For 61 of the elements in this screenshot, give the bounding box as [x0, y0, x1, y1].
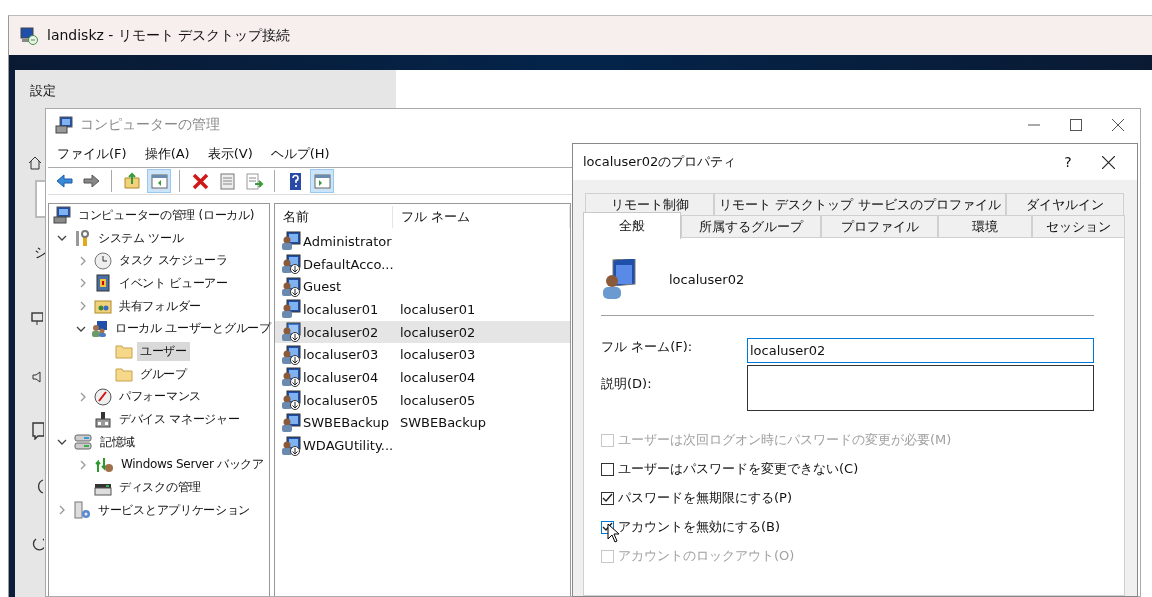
tree-item[interactable]: タスク スケジューラ [116, 251, 231, 271]
user-name: localuser02 [669, 271, 745, 287]
full-name: localuser04 [400, 369, 476, 385]
input-field[interactable]: localuser02 [747, 338, 1094, 363]
window-title: landiskz - リモート デスクトップ接続 [47, 26, 291, 45]
checkbox-label: パスワードを無期限にする(P) [618, 489, 792, 507]
menu-item[interactable]: ヘルプ(H) [265, 145, 343, 163]
checkbox-label: アカウントのロックアウト(O) [618, 547, 795, 565]
tree-item[interactable]: デバイス マネージャー [116, 410, 243, 430]
tree-item[interactable]: 記憶域 [97, 432, 139, 452]
user-name: Administrator [303, 233, 392, 249]
field-label: 説明(D): [601, 375, 653, 393]
tree-item[interactable]: パフォーマンス [116, 387, 204, 407]
checkbox-label: ユーザーは次回ログオン時にパスワードの変更が必要(M) [618, 431, 952, 449]
field-label: フル ネーム(F): [601, 338, 694, 356]
column-header[interactable]: フル ネーム [392, 206, 570, 228]
window-title: コンピューターの管理 [80, 116, 220, 134]
tree-item[interactable]: イベント ビューアー [116, 273, 231, 293]
full-name: SWBEBackup [400, 415, 486, 431]
help-button[interactable]: ? [1048, 154, 1088, 170]
column-header[interactable]: 名前 [275, 206, 393, 228]
list-row[interactable]: SWBEBackup SWBEBackup [275, 411, 570, 435]
user-name: localuser02 [303, 324, 379, 340]
user-name: localuser05 [303, 392, 379, 408]
menu-item[interactable]: 操作(A) [139, 145, 203, 163]
dialog-title: localuser02のプロパティ [583, 153, 737, 171]
full-name: localuser03 [400, 347, 476, 363]
tree-item[interactable]: ローカル ユーザーとグループ [112, 319, 274, 339]
user-name: SWBEBackup [303, 415, 389, 431]
checkbox-label: ユーザーはパスワードを変更できない(C) [618, 460, 859, 478]
tab[interactable]: リモート デスクトップ サービスのプロファイル [714, 193, 1006, 215]
user-name: Guest [303, 279, 342, 295]
list-row[interactable]: localuser01 localuser01 [275, 298, 570, 321]
menu-item[interactable]: ファイル(F) [52, 145, 140, 163]
tab[interactable]: 環境 [938, 215, 1032, 237]
tree-item[interactable]: コンピューターの管理 (ローカル) [75, 205, 258, 225]
tree-item[interactable]: グループ [137, 364, 190, 384]
tree-item[interactable]: ディスクの管理 [116, 478, 204, 498]
user-name: DefaultAcco... [303, 256, 394, 272]
tab[interactable]: リモート制御 [585, 193, 714, 215]
tab[interactable]: 全般 [583, 212, 681, 239]
tab[interactable]: ダイヤルイン [1006, 193, 1124, 215]
menu-item[interactable]: 表示(V) [202, 145, 266, 163]
full-name: localuser01 [400, 301, 476, 317]
tab[interactable]: プロファイル [821, 215, 938, 237]
list-row[interactable]: Administrator [275, 230, 570, 253]
checkbox-label: アカウントを無効にする(B) [618, 518, 781, 536]
settings-title: 設定 [30, 82, 57, 100]
tree-item[interactable]: 共有フォルダー [116, 296, 204, 316]
tree-item[interactable]: Windows Server バックア [118, 455, 267, 475]
user-name: WDAGUtility... [303, 438, 394, 454]
full-name: localuser02 [400, 324, 476, 340]
user-name: localuser03 [303, 347, 379, 363]
full-name: localuser05 [400, 392, 476, 408]
tree-item[interactable]: ユーザー [137, 341, 190, 361]
tree-item[interactable]: サービスとアプリケーション [95, 500, 254, 520]
tab[interactable]: 所属するグループ [681, 215, 821, 237]
user-name: localuser04 [303, 369, 379, 385]
tab[interactable]: セッション [1032, 215, 1125, 237]
user-name: localuser01 [303, 301, 379, 317]
tree-item[interactable]: システム ツール [95, 228, 187, 248]
